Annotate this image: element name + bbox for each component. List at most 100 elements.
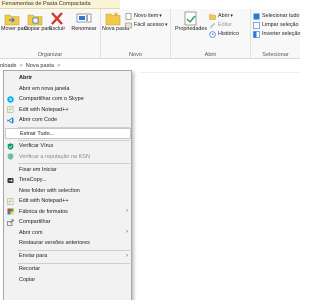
menu-item-scan-virus[interactable]: Verificar Vírus <box>5 141 131 152</box>
history-button[interactable]: Histórico <box>209 30 239 38</box>
move-to-button[interactable]: Mover para <box>1 11 29 32</box>
select-none-icon <box>253 21 260 29</box>
compressed-folder-tools-tab[interactable]: Ferramentas de Pasta Compactada <box>0 0 120 9</box>
context-menu: Abrir Abrir em nova janela S Compartilha… <box>3 70 132 300</box>
copy-folder-icon <box>27 14 43 26</box>
menu-item-restore-previous-versions[interactable]: Restaurar versões anteriores <box>5 238 131 249</box>
menu-item-label: Recortar <box>19 266 41 272</box>
menu-item-label: Abrir com <box>19 229 43 236</box>
menu-item-new-folder-with-selection[interactable]: New folder with selection <box>5 186 131 197</box>
menu-item-label: Extrair Tudo... <box>20 131 55 137</box>
chevron-down-icon: ▾ <box>230 13 233 19</box>
edit-button[interactable]: Editar <box>209 21 232 29</box>
open-icon <box>209 13 216 20</box>
menu-item-open-with-code[interactable]: Abrir com Code <box>5 115 131 126</box>
menu-item-open[interactable]: Abrir <box>5 73 131 84</box>
menu-item-teracopy[interactable]: TeraCopy... <box>5 175 131 186</box>
delete-button[interactable]: Excluir <box>49 11 65 32</box>
breadcrumb-separator: > <box>19 62 23 69</box>
select-all-button[interactable]: Selecionar tudo <box>253 12 299 20</box>
menu-item-send-to[interactable]: Enviar para › <box>5 251 131 262</box>
rename-button[interactable]: Renomear <box>70 11 98 32</box>
move-to-label: Mover para <box>1 26 29 32</box>
select-group-label: Selecionar <box>262 52 289 58</box>
menu-item-extract-all[interactable]: Extrair Tudo... <box>5 128 131 139</box>
menu-item-label: New folder with selection <box>19 187 80 194</box>
submenu-arrow-icon: › <box>126 208 128 214</box>
ribbon-group-new: Nova pasta Novo item ▾ Fácil acesso ▾ No… <box>101 9 171 59</box>
copy-to-button[interactable]: Copiar para <box>24 11 52 32</box>
file-list-pane <box>140 72 300 73</box>
rename-icon <box>76 13 92 23</box>
menu-item-label: Abrir <box>19 75 33 81</box>
teracopy-icon <box>7 177 14 183</box>
menu-item-label: Abrir em nova janela <box>19 85 70 92</box>
properties-icon <box>184 11 197 26</box>
history-icon <box>209 30 216 38</box>
chevron-down-icon: ▾ <box>159 13 162 19</box>
menu-item-open-new-window[interactable]: Abrir em nova janela <box>5 84 131 95</box>
new-item-button[interactable]: Novo item ▾ <box>125 12 162 20</box>
properties-label: Propriedades <box>174 26 208 32</box>
breadcrumb-separator: > <box>57 62 61 69</box>
menu-item-label: Edit with Notepad++ <box>19 106 69 113</box>
ribbon-group-organize: Mover para Copiar para Excluir Renomear … <box>0 9 101 59</box>
notepad-plus-plus-icon <box>7 106 14 113</box>
menu-item-edit-notepad-plus-plus[interactable]: Edit with Notepad++ <box>5 105 131 116</box>
format-factory-icon <box>7 208 14 215</box>
new-folder-button[interactable]: Nova pasta <box>102 11 130 32</box>
properties-button[interactable]: Propriedades <box>174 11 208 32</box>
menu-item-label: Compartilhar <box>19 219 51 225</box>
menu-item-share[interactable]: Compartilhar <box>5 217 131 228</box>
kaspersky-shield-icon <box>7 142 14 150</box>
kaspersky-shield-icon <box>7 153 14 160</box>
svg-text:S: S <box>9 97 12 102</box>
menu-item-label: Edit with Notepad++ <box>19 198 69 204</box>
submenu-arrow-icon: › <box>126 229 128 235</box>
menu-item-label: Copiar <box>19 276 36 283</box>
skype-icon: S <box>7 95 14 103</box>
breadcrumb-nova-pasta[interactable]: Nova pasta <box>26 63 54 69</box>
edit-icon <box>209 22 216 28</box>
menu-item-pin-to-start[interactable]: Fixar em Iniciar <box>5 165 131 176</box>
menu-item-label: Fixar em Iniciar <box>19 166 57 173</box>
move-folder-icon <box>4 14 20 26</box>
invert-selection-button[interactable]: Inverter seleção <box>253 30 300 38</box>
menu-item-share-skype[interactable]: S Compartilhar com o Skype <box>5 94 131 105</box>
select-none-button[interactable]: Limpar seleção <box>253 21 299 29</box>
menu-item-edit-notepad-plus-plus-2[interactable]: Edit with Notepad++ <box>5 196 131 207</box>
invert-selection-icon <box>253 30 260 38</box>
address-bar[interactable]: nloads > Nova pasta > <box>0 61 300 70</box>
vscode-icon <box>7 117 14 123</box>
ribbon-group-select: Selecionar tudo Limpar seleção Inverter … <box>251 9 300 59</box>
menu-item-cut[interactable]: Recortar <box>5 264 131 275</box>
menu-item-ksn-reputation[interactable]: Verificar a reputação na KSN <box>5 152 131 163</box>
edit-label: Editar <box>218 22 233 28</box>
new-folder-icon <box>105 12 121 26</box>
invert-selection-label: Inverter seleção <box>262 31 301 37</box>
menu-item-label: Abrir com Code <box>19 117 58 123</box>
ribbon-group-open: Propriedades Abrir ▾ Editar Histórico Ab… <box>171 9 251 59</box>
share-icon <box>7 219 14 226</box>
new-item-icon <box>125 12 132 20</box>
breadcrumb-downloads[interactable]: nloads <box>0 63 16 69</box>
open-button[interactable]: Abrir ▾ <box>209 12 233 20</box>
open-label: Abrir <box>218 13 230 19</box>
menu-item-label: Fábrica de formatos <box>19 208 68 215</box>
menu-item-copy[interactable]: Copiar <box>5 275 131 286</box>
easy-access-icon <box>125 22 132 28</box>
select-all-label: Selecionar tudo <box>262 13 300 19</box>
organize-group-label: Organizar <box>37 52 63 58</box>
open-group-label: Abrir <box>204 52 217 58</box>
context-tab-title: Ferramentas de Pasta Compactada <box>2 1 91 7</box>
menu-item-label: TeraCopy... <box>19 177 47 183</box>
chevron-down-icon: ▾ <box>164 22 168 28</box>
delete-label: Excluir <box>49 26 66 32</box>
ribbon: Mover para Copiar para Excluir Renomear … <box>0 9 300 59</box>
menu-item-open-with[interactable]: Abrir com › <box>5 228 131 239</box>
delete-icon <box>51 12 63 25</box>
select-none-label: Limpar seleção <box>262 22 299 28</box>
menu-item-format-factory[interactable]: Fábrica de formatos › <box>5 207 131 218</box>
new-folder-label: Nova pasta <box>102 26 130 32</box>
easy-access-button[interactable]: Fácil acesso ▾ <box>125 21 167 29</box>
